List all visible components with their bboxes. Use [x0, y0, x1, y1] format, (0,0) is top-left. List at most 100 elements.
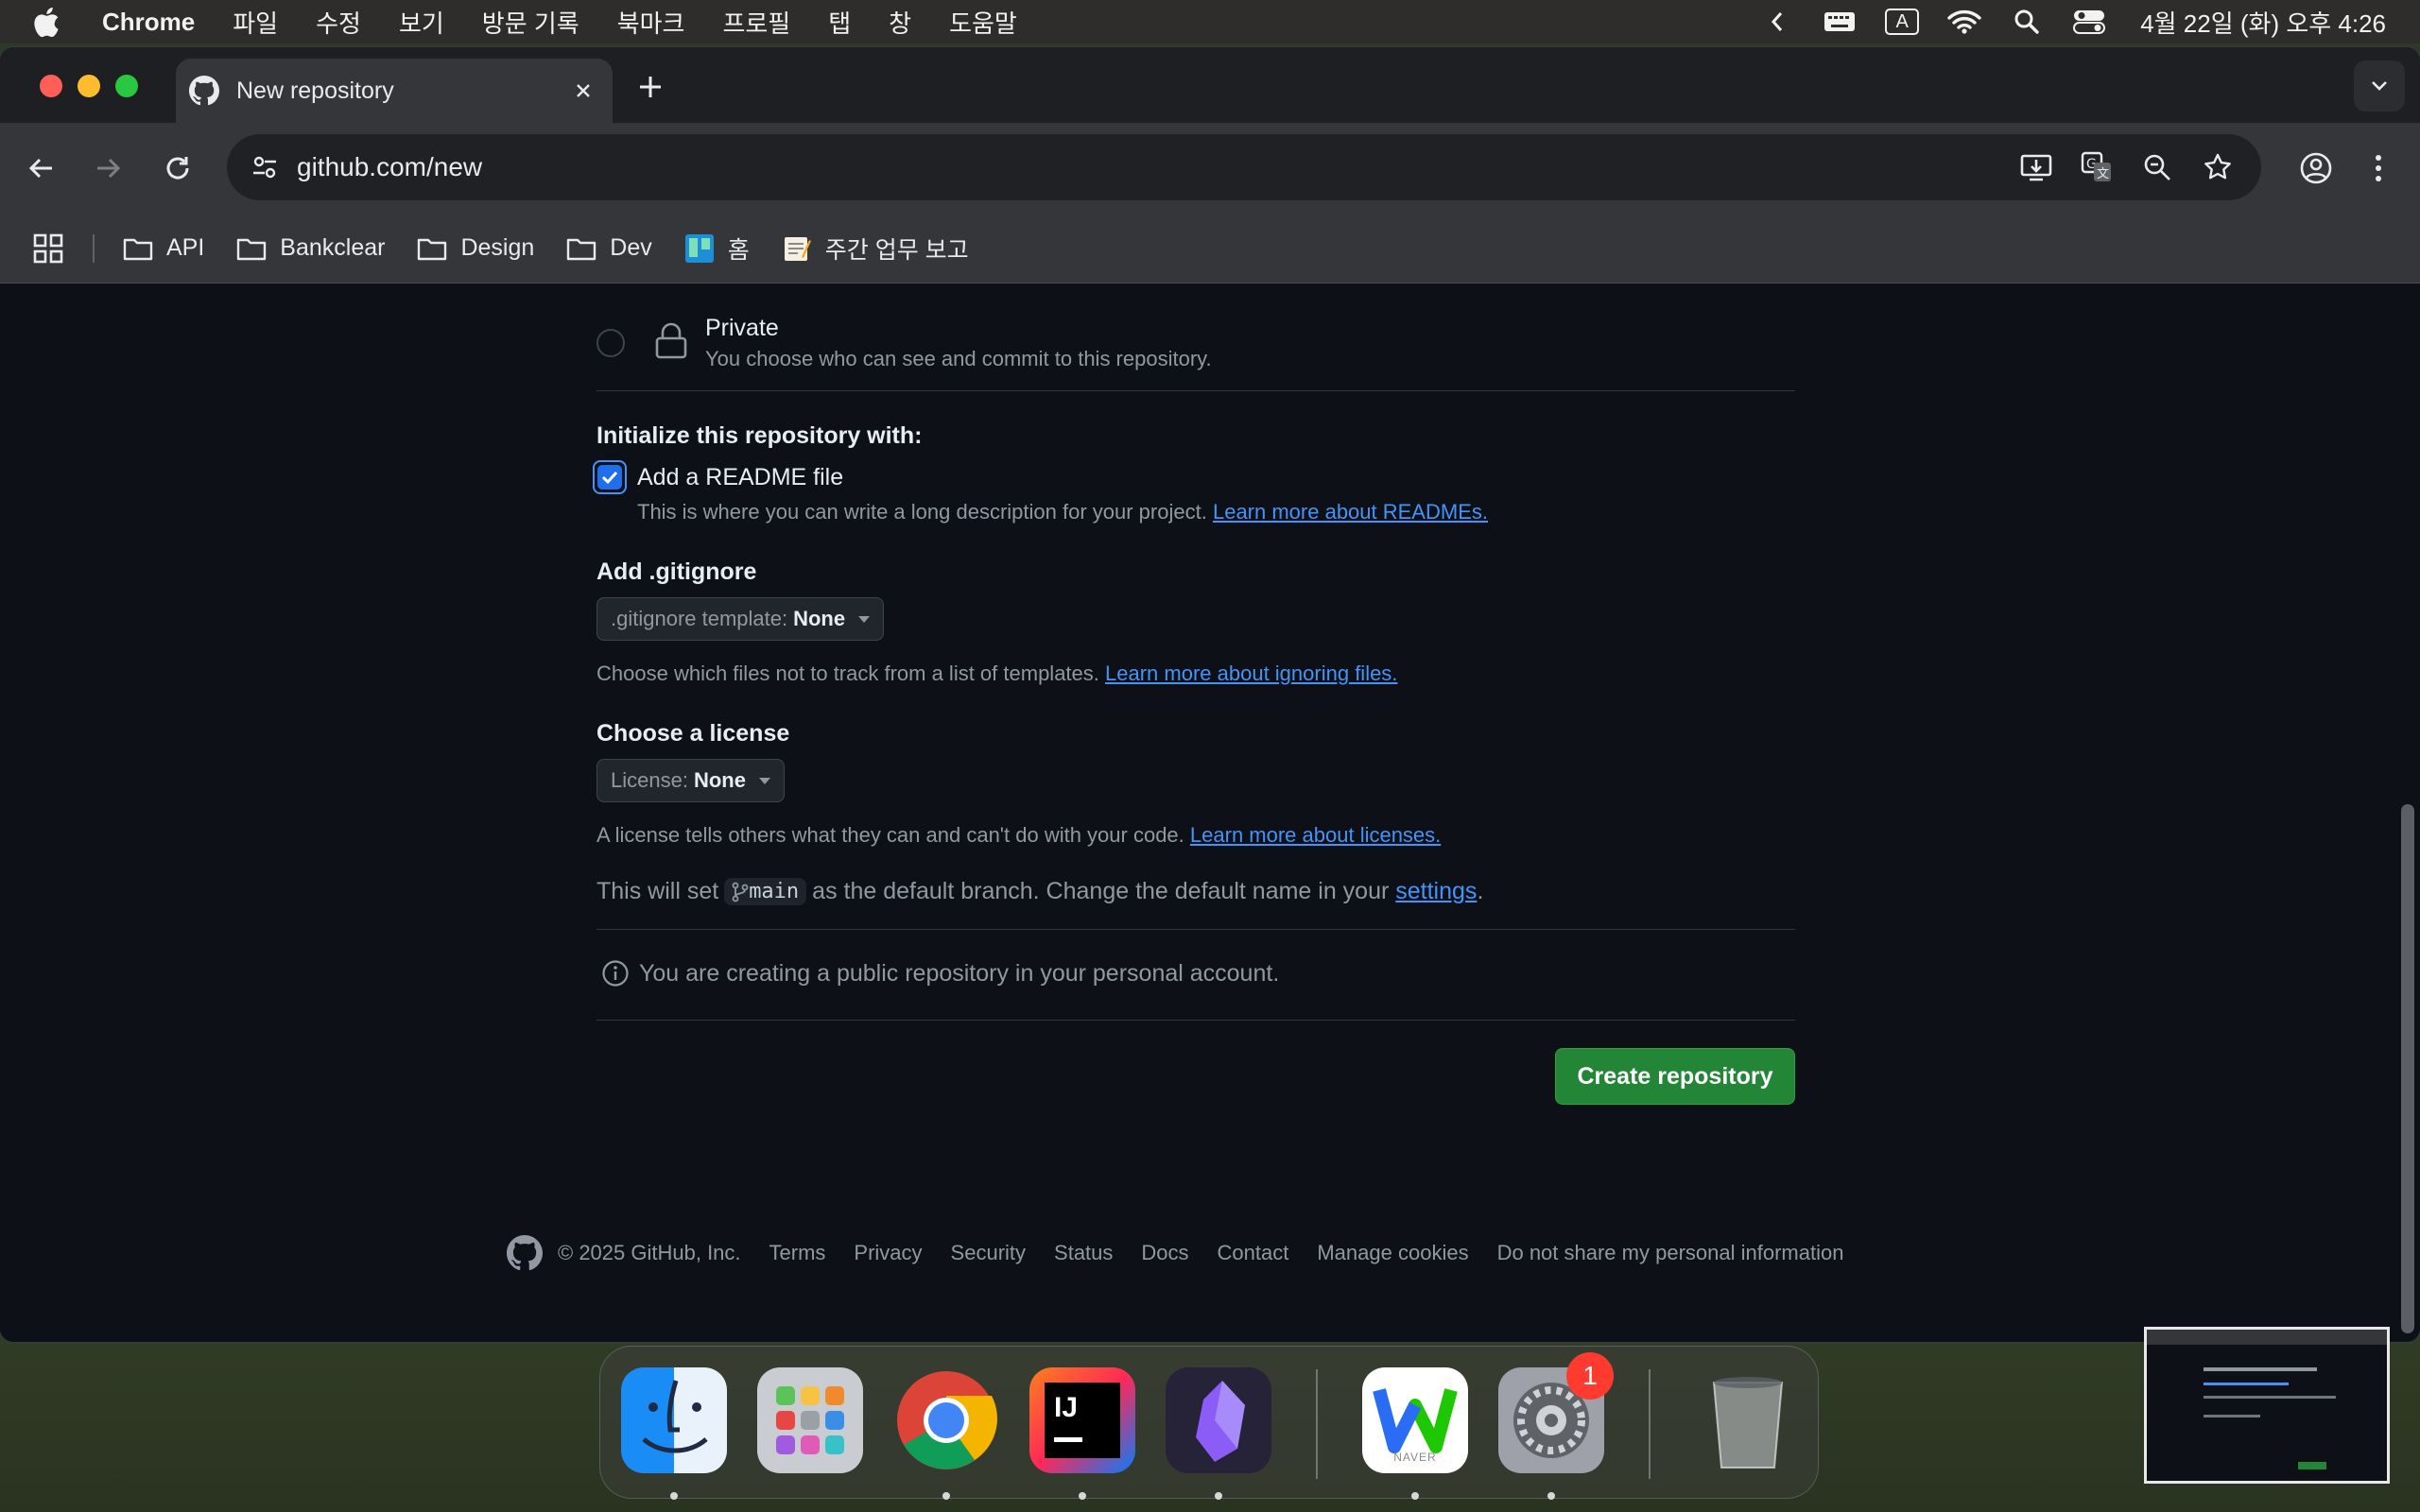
default-branch-row: This will set main as the default branch… [596, 878, 1483, 905]
minimize-window-button[interactable] [78, 75, 100, 97]
chrome-icon[interactable] [893, 1367, 999, 1473]
control-center-icon[interactable] [2072, 8, 2106, 36]
bookmark-api[interactable]: API [123, 233, 204, 264]
public-repo-notice: You are creating a public repository in … [601, 959, 1279, 988]
macos-dock: IJ NAVER 1 [599, 1346, 1819, 1500]
menu-view[interactable]: 보기 [399, 5, 444, 40]
naver-label: NAVER [1393, 1451, 1437, 1464]
github-icon[interactable] [507, 1235, 543, 1271]
browser-toolbar: github.com/new G文 [0, 123, 2420, 214]
bookmark-dev[interactable]: Dev [566, 233, 652, 264]
footer-link-contact[interactable]: Contact [1218, 1241, 1289, 1265]
menu-profiles[interactable]: 프로필 [722, 5, 790, 40]
folder-icon [123, 233, 153, 264]
site-info-icon[interactable] [244, 146, 285, 188]
dock-separator [1316, 1369, 1318, 1479]
more-menu-icon[interactable] [2360, 146, 2397, 191]
readme-label[interactable]: Add a README file [637, 464, 843, 491]
bookmarks-bar: API Bankclear Design Dev 홈 주간 업무 보고 [0, 214, 2420, 284]
running-indicator [1547, 1492, 1555, 1500]
menu-bookmarks[interactable]: 북마크 [617, 5, 685, 40]
license-select-value: None [693, 768, 746, 792]
bookmark-label: 주간 업무 보고 [824, 236, 969, 264]
tab-title: New repository [236, 77, 394, 104]
chevron-left-icon[interactable] [1760, 8, 1794, 36]
profile-avatar-icon[interactable] [2293, 146, 2339, 191]
intellij-idea-icon[interactable]: IJ [1029, 1367, 1135, 1473]
bookmark-star-icon[interactable] [2199, 148, 2237, 186]
section-divider [596, 929, 1795, 930]
footer-link-manage-cookies[interactable]: Manage cookies [1317, 1241, 1468, 1265]
back-arrow-icon[interactable] [21, 147, 62, 189]
folder-icon [417, 233, 447, 264]
install-app-icon[interactable] [2017, 148, 2055, 186]
bookmark-home[interactable]: 홈 [684, 232, 750, 266]
footer-link-do-not-share[interactable]: Do not share my personal information [1497, 1241, 1844, 1265]
thumbnail-toolbar [2147, 1330, 2387, 1345]
menu-window[interactable]: 창 [889, 5, 911, 40]
svg-text:文: 文 [2097, 167, 2109, 181]
address-bar[interactable]: github.com/new G文 [227, 134, 2261, 200]
apple-menu-icon[interactable] [32, 6, 60, 38]
readme-checkbox-focus-ring[interactable] [593, 460, 627, 494]
footer-link-security[interactable]: Security [951, 1241, 1026, 1265]
folder-icon [236, 233, 267, 264]
footer-link-docs[interactable]: Docs [1141, 1241, 1188, 1265]
thumbnail-button [2298, 1462, 2326, 1469]
license-select[interactable]: License: None [596, 759, 785, 802]
menu-edit[interactable]: 수정 [316, 5, 361, 40]
url-text[interactable]: github.com/new [297, 152, 2017, 182]
screenshot-thumbnail[interactable] [2144, 1327, 2390, 1484]
obsidian-icon[interactable] [1166, 1367, 1271, 1473]
zoom-icon[interactable] [2138, 148, 2176, 186]
readme-learn-more-link[interactable]: Learn more about READMEs. [1213, 500, 1488, 524]
tab-search-chevron-icon[interactable] [2354, 60, 2405, 112]
gitignore-template-select[interactable]: .gitignore template: None [596, 597, 885, 641]
menu-tab[interactable]: 탭 [828, 5, 851, 40]
new-tab-icon[interactable] [631, 68, 669, 106]
apps-grid-icon[interactable] [32, 232, 64, 265]
footer-link-status[interactable]: Status [1054, 1241, 1113, 1265]
menu-file[interactable]: 파일 [233, 5, 278, 40]
naver-whale-icon[interactable]: NAVER [1362, 1367, 1468, 1473]
reload-icon[interactable] [157, 147, 199, 189]
checkmark-icon [597, 465, 622, 490]
create-repository-button[interactable]: Create repository [1555, 1048, 1795, 1105]
launchpad-icon[interactable] [757, 1367, 863, 1473]
bookmark-label: Design [460, 234, 535, 261]
bookmark-design[interactable]: Design [417, 233, 534, 264]
input-source-icon[interactable]: A [1885, 8, 1920, 36]
menu-help[interactable]: 도움말 [949, 5, 1017, 40]
license-learn-more-link[interactable]: Learn more about licenses. [1190, 823, 1441, 847]
settings-link[interactable]: settings [1395, 878, 1477, 905]
bookmark-bankclear[interactable]: Bankclear [236, 233, 385, 264]
private-radio[interactable] [596, 329, 625, 357]
spotlight-search-icon[interactable] [2010, 8, 2044, 36]
tab-new-repository[interactable]: New repository [176, 59, 613, 123]
menu-app-name[interactable]: Chrome [102, 8, 195, 37]
trash-icon[interactable] [1695, 1367, 1801, 1473]
finder-icon[interactable] [621, 1367, 727, 1473]
readme-description-row: This is where you can write a long descr… [637, 500, 1488, 524]
page-scrollbar[interactable] [2401, 804, 2414, 1333]
footer-link-terms[interactable]: Terms [769, 1241, 826, 1265]
footer-link-privacy[interactable]: Privacy [854, 1241, 922, 1265]
menu-history[interactable]: 방문 기록 [482, 5, 579, 40]
close-window-button[interactable] [40, 75, 62, 97]
translate-icon[interactable]: G文 [2078, 148, 2116, 186]
github-new-repo-page: Private You choose who can see and commi… [0, 284, 2420, 1342]
menubar-clock[interactable]: 4월 22일 (화) 오후 4:26 [2140, 5, 2386, 40]
zoom-window-button[interactable] [115, 75, 138, 97]
gitignore-heading: Add .gitignore [596, 558, 757, 585]
gitignore-learn-more-link[interactable]: Learn more about ignoring files. [1105, 662, 1397, 685]
wifi-icon[interactable] [1947, 8, 1981, 36]
bookmark-label: Dev [610, 234, 652, 261]
keyboard-icon[interactable] [1823, 8, 1857, 36]
close-tab-icon[interactable] [569, 77, 597, 105]
branch-suffix: as the default branch. Change the defaul… [812, 878, 1390, 904]
forward-arrow-icon[interactable] [87, 147, 129, 189]
input-source-label: A [1885, 9, 1920, 35]
branch-name: main [749, 880, 800, 903]
running-indicator [670, 1492, 678, 1500]
bookmark-weekly-report[interactable]: 주간 업무 보고 [782, 232, 969, 266]
